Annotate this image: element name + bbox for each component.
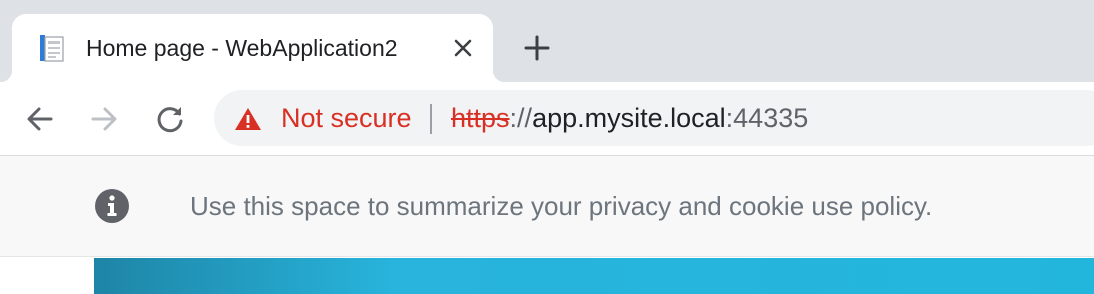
active-tab[interactable]: Home page - WebApplication2 — [0, 14, 505, 82]
cookie-consent-banner: Use this space to summarize your privacy… — [0, 156, 1094, 257]
warning-triangle-icon[interactable] — [234, 106, 262, 132]
tab-strip: Home page - WebApplication2 — [0, 0, 1094, 82]
arrow-left-icon[interactable] — [22, 101, 58, 137]
url-scheme: https — [451, 103, 510, 133]
info-icon — [95, 189, 129, 223]
address-bar[interactable]: Not secure https://app.mysite.local:4433… — [214, 90, 1094, 146]
reload-icon[interactable] — [152, 101, 188, 137]
url-text[interactable]: https://app.mysite.local:44335 — [451, 103, 808, 133]
omnibox-divider — [430, 104, 432, 134]
plus-icon[interactable] — [520, 31, 554, 65]
cookie-banner-message: Use this space to summarize your privacy… — [190, 191, 933, 221]
document-page-icon — [40, 35, 64, 62]
browser-toolbar: Not secure https://app.mysite.local:4433… — [0, 82, 1094, 156]
arrow-right-icon[interactable] — [86, 101, 122, 137]
url-separator: :// — [509, 103, 533, 133]
not-secure-label[interactable]: Not secure — [281, 103, 412, 133]
url-host: app.mysite.local — [532, 103, 726, 133]
hero-banner — [94, 258, 1094, 294]
tab-title: Home page - WebApplication2 — [86, 35, 398, 61]
close-icon[interactable] — [448, 33, 478, 63]
url-port: :44335 — [725, 103, 809, 133]
